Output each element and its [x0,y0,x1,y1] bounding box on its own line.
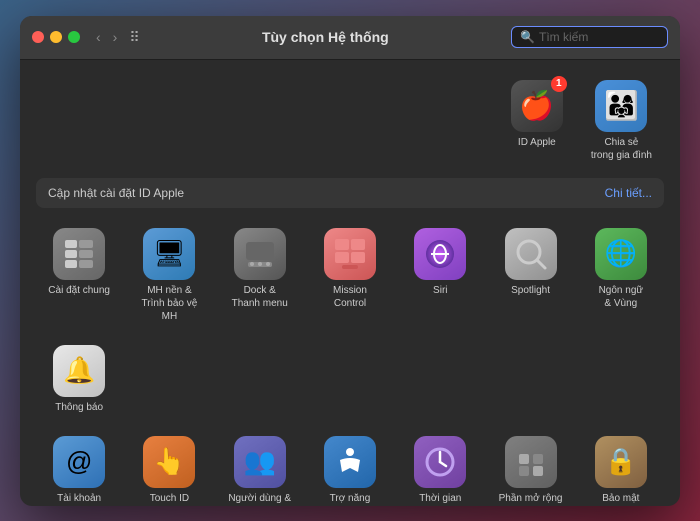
row-1: Cài đặt chung 🖥 MH nền &Trình bảo vệ MH … [36,220,664,422]
search-input[interactable] [539,30,659,44]
maximize-button[interactable] [68,31,80,43]
screentime-icon [414,436,466,488]
siri-label: Siri [433,284,447,297]
touchid-item[interactable]: 👆 Touch ID [126,428,212,506]
apple-id-badge: 1 [551,76,567,92]
touchid-label: Touch ID [150,492,189,505]
notification-label: Thông báo [55,401,103,414]
row-2: @ Tài khoảninternet 👆 Touch ID 👥 Người d… [36,428,664,506]
accessibility-icon [324,436,376,488]
desktop-icon: 🖥 [143,228,195,280]
notification-item[interactable]: 🔔 Thông báo [36,337,122,422]
forward-button[interactable]: › [109,27,122,47]
spotlight-icon [505,228,557,280]
siri-item[interactable]: Siri [397,220,483,331]
general-label: Cài đặt chung [48,284,110,297]
mission-icon [324,228,376,280]
internet-item[interactable]: @ Tài khoảninternet [36,428,122,506]
general-icon [53,228,105,280]
close-button[interactable] [32,31,44,43]
dock-icon [234,228,286,280]
mission-item[interactable]: MissionControl [307,220,393,331]
apple-id-banner: Cập nhật cài đặt ID Apple Chi tiết... [36,178,664,208]
internet-label: Tài khoảninternet [57,492,101,506]
general-item[interactable]: Cài đặt chung [36,220,122,331]
apple-id-icon: 🍎 1 [511,80,563,132]
traffic-lights [32,31,80,43]
family-sharing-item[interactable]: 👨‍👩‍👧 Chia sẻtrong gia đình [587,72,656,170]
family-sharing-label: Chia sẻtrong gia đình [591,136,652,162]
extensions-label: Phần mở rộng [499,492,563,505]
extensions-item[interactable]: Phần mở rộng [487,428,573,506]
window-title: Tùy chọn Hệ thống [140,29,511,45]
accessibility-label: Trợ năng [330,492,371,505]
security-icon: 🔒 [595,436,647,488]
screentime-item[interactable]: Thời giansử dụng [397,428,483,506]
language-item[interactable]: 🌐 Ngôn ngữ& Vùng [578,220,664,331]
apple-id-label: ID Apple [518,136,556,149]
spotlight-label: Spotlight [511,284,550,297]
banner-text: Cập nhật cài đặt ID Apple [48,186,184,200]
language-label: Ngôn ngữ& Vùng [599,284,644,310]
top-icons-row: 🍎 1 ID Apple 👨‍👩‍👧 Chia sẻtrong gia đình [36,72,664,170]
notification-icon: 🔔 [53,345,105,397]
minimize-button[interactable] [50,31,62,43]
mission-label: MissionControl [333,284,367,310]
extensions-icon [505,436,557,488]
search-box[interactable]: 🔍 [511,26,668,48]
screentime-label: Thời giansử dụng [419,492,461,506]
family-sharing-icon: 👨‍👩‍👧 [595,80,647,132]
back-button[interactable]: ‹ [92,27,105,47]
grid-view-button[interactable]: ⠿ [129,29,139,46]
nav-arrows: ‹ › [92,27,121,47]
search-icon: 🔍 [520,30,535,44]
spotlight-item[interactable]: Spotlight [487,220,573,331]
internet-icon: @ [53,436,105,488]
titlebar: ‹ › ⠿ Tùy chọn Hệ thống 🔍 [20,16,680,60]
security-label: Bảo mật& Quyền riêng tư [585,492,657,506]
content-area: 🍎 1 ID Apple 👨‍👩‍👧 Chia sẻtrong gia đình… [20,60,680,506]
desktop-label: MH nền &Trình bảo vệ MH [133,284,205,323]
banner-link[interactable]: Chi tiết... [605,186,652,200]
security-item[interactable]: 🔒 Bảo mật& Quyền riêng tư [578,428,664,506]
dock-label: Dock &Thanh menu [232,284,288,310]
dock-item[interactable]: Dock &Thanh menu [217,220,303,331]
users-item[interactable]: 👥 Người dùng &Nhóm [217,428,303,506]
system-preferences-window: ‹ › ⠿ Tùy chọn Hệ thống 🔍 🍎 1 ID Apple 👨… [20,16,680,506]
users-label: Người dùng &Nhóm [228,492,291,506]
apple-id-item[interactable]: 🍎 1 ID Apple [507,72,567,170]
siri-icon [414,228,466,280]
desktop-item[interactable]: 🖥 MH nền &Trình bảo vệ MH [126,220,212,331]
language-icon: 🌐 [595,228,647,280]
touchid-icon: 👆 [143,436,195,488]
users-icon: 👥 [234,436,286,488]
accessibility-item[interactable]: Trợ năng [307,428,393,506]
